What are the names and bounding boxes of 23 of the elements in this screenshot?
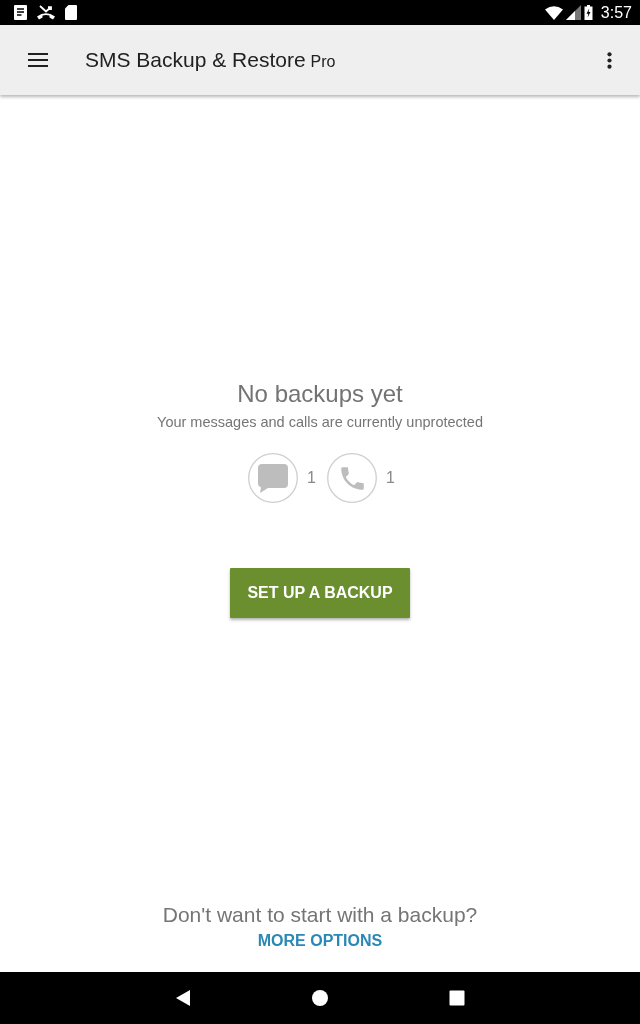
- overflow-menu-icon[interactable]: [607, 51, 612, 69]
- recents-icon[interactable]: [449, 990, 465, 1006]
- empty-state-subtitle: Your messages and calls are currently unprotected: [157, 413, 483, 431]
- phone-icon: [327, 453, 377, 503]
- status-time: 3:57: [600, 2, 632, 23]
- home-icon[interactable]: [312, 990, 328, 1006]
- call-count: 1: [386, 469, 395, 487]
- wifi-icon: [544, 5, 563, 20]
- app-title: SMS Backup & Restore: [85, 48, 306, 72]
- signal-icon: [565, 5, 581, 20]
- chat-bubble-icon: [248, 453, 299, 503]
- sd-card-icon: [65, 5, 77, 20]
- message-count: 1: [307, 469, 316, 487]
- edition-label: Pro: [310, 53, 336, 71]
- missed-call-icon: [37, 5, 55, 20]
- setup-backup-button[interactable]: SET UP A BACKUP: [230, 568, 410, 618]
- back-icon[interactable]: [175, 990, 191, 1006]
- document-icon: [14, 5, 27, 20]
- empty-state-title: No backups yet: [237, 380, 403, 408]
- menu-icon[interactable]: [28, 53, 48, 67]
- footer-prompt: Don't want to start with a backup?: [162, 902, 478, 928]
- more-options-link[interactable]: MORE OPTIONS: [257, 931, 383, 951]
- battery-charging-icon: [583, 5, 593, 20]
